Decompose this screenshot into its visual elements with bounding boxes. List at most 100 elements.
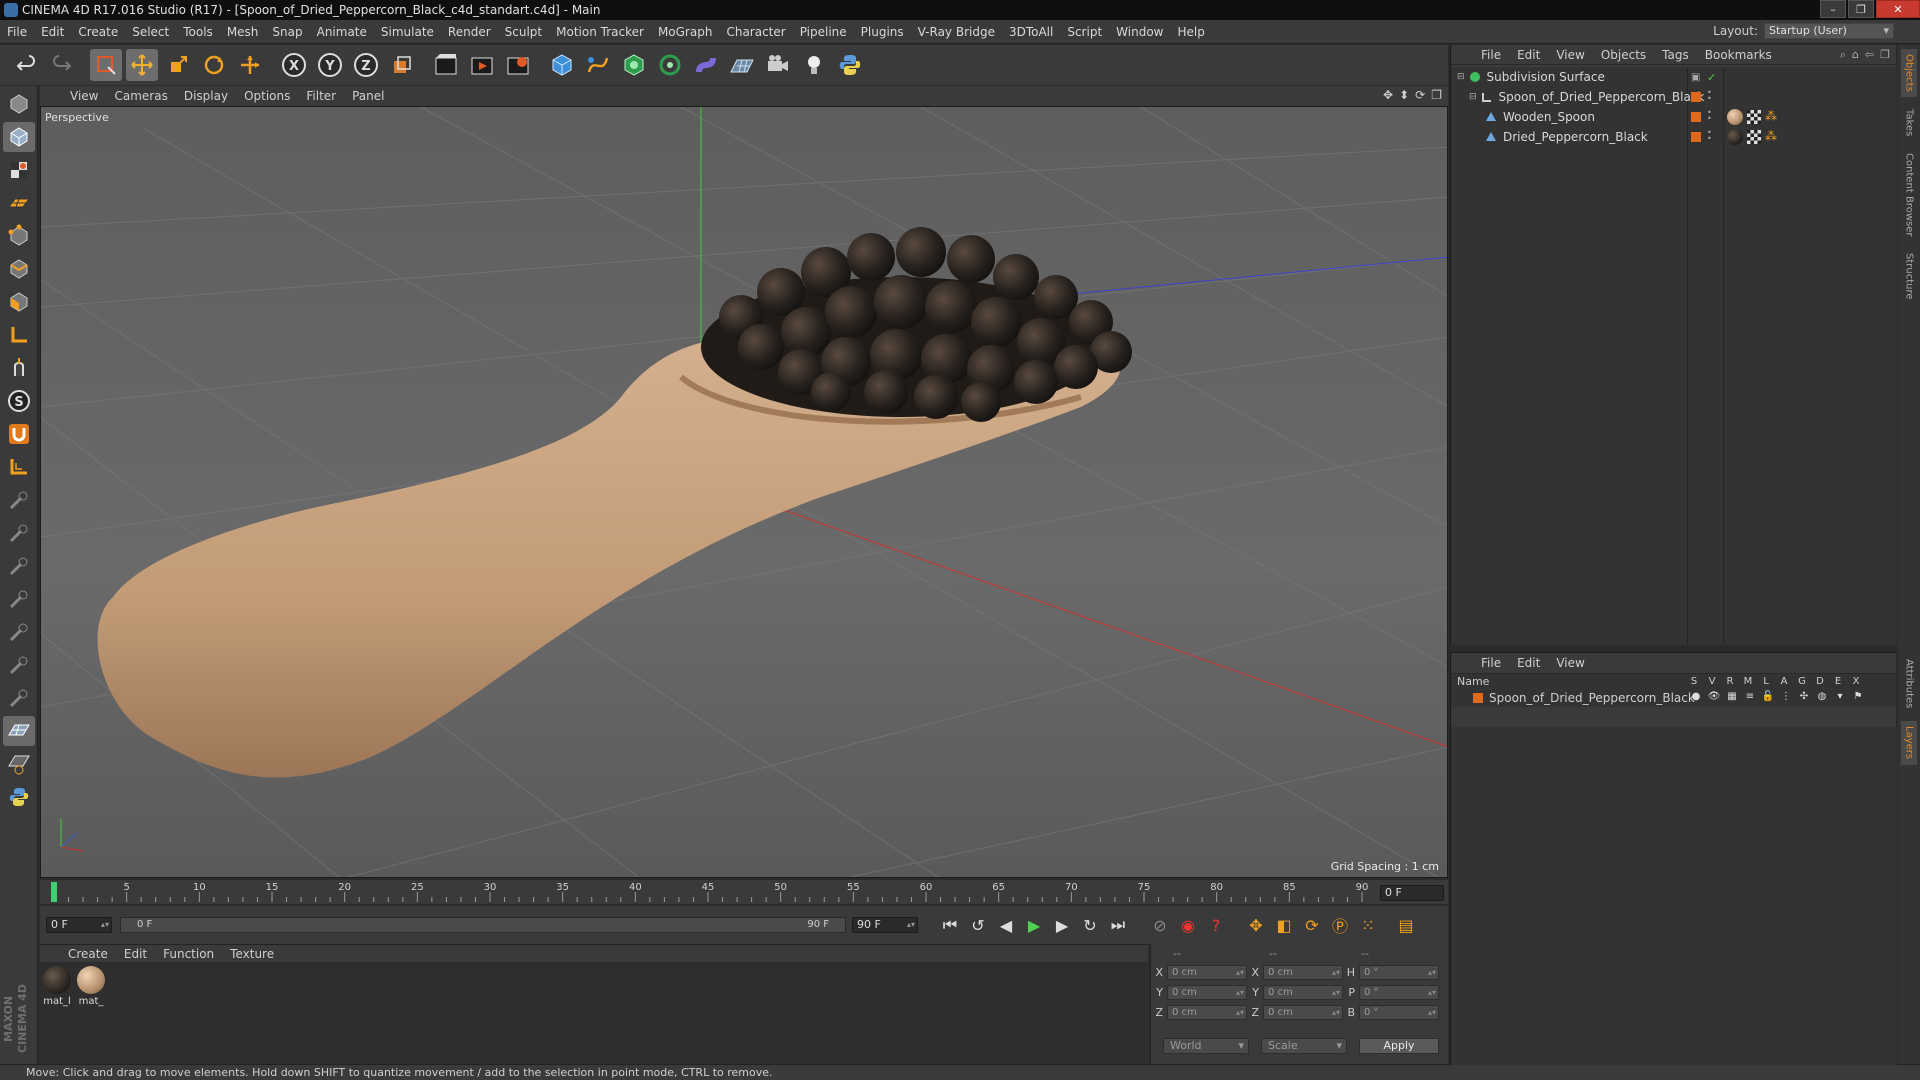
manager-toggle-icon[interactable]: ≡ [1741,691,1759,702]
python-script-icon[interactable] [3,782,35,812]
expressions-column[interactable]: E [1829,676,1847,687]
tweak-mode-icon[interactable] [3,353,35,383]
key-parameter-icon[interactable]: Ⓟ [1327,912,1353,938]
menu-vray-bridge[interactable]: V-Ray Bridge [911,25,1002,39]
visibility-dots-icon[interactable]: • • [1707,109,1712,123]
live-selection-icon[interactable] [90,49,122,81]
edit-render-settings-icon[interactable] [502,49,534,81]
scale-tool-icon[interactable] [162,49,194,81]
phong-tag-icon[interactable]: ⁂ [1765,129,1777,143]
spline-pen-icon[interactable] [582,49,614,81]
redo-icon[interactable] [46,49,78,81]
material-menu-edit[interactable]: Edit [116,947,155,961]
render-view-icon[interactable] [430,49,462,81]
go-to-end-icon[interactable]: ⏭ [1105,912,1131,938]
layout-select[interactable]: Startup (User) [1764,23,1894,39]
material-menu-function[interactable]: Function [155,947,222,961]
menu-window[interactable]: Window [1109,25,1170,39]
light-icon[interactable] [798,49,830,81]
preview-range-slider[interactable]: 0 F 90 F [120,917,846,933]
objects-menu-view[interactable]: View [1548,48,1592,62]
material-swatch[interactable]: mat_ [76,966,106,1007]
tab-objects[interactable]: Objects [1901,49,1917,97]
smear-tool-icon[interactable] [3,551,35,581]
solo-column[interactable]: S [1685,676,1703,687]
flatten-tool-icon[interactable] [3,650,35,680]
key-pla-icon[interactable]: ⁙ [1355,912,1381,938]
object-row[interactable]: Wooden_Spoon • • ⁂ [1451,107,1897,127]
subdivision-surface-icon[interactable] [618,49,650,81]
layers-menu-file[interactable]: File [1473,656,1509,670]
paint-tool-icon[interactable] [3,518,35,548]
objects-menu-tags[interactable]: Tags [1654,48,1697,62]
menu-simulate[interactable]: Simulate [374,25,441,39]
timeline-ruler[interactable]: 051015202530354045505560657075808590 0 F [40,880,1448,904]
apply-button[interactable]: Apply [1359,1038,1439,1054]
record-active-objects-icon[interactable]: ⊘ [1147,912,1173,938]
render-toggle-icon[interactable]: ▦ [1723,691,1741,702]
layer-color-swatch[interactable] [1691,132,1701,142]
menu-tools[interactable]: Tools [176,25,220,39]
play-icon[interactable]: ▶ [1021,912,1047,938]
rotate-tool-icon[interactable] [198,49,230,81]
keyframe-selection-icon[interactable]: ? [1203,912,1229,938]
y-axis-lock-icon[interactable]: Y [314,49,346,81]
grab-tool-icon[interactable] [3,683,35,713]
size-mode-select[interactable]: Scale [1261,1038,1347,1054]
new-view-icon[interactable]: ❐ [1880,48,1890,62]
layer-color-swatch[interactable] [1691,92,1701,102]
enabled-check-icon[interactable]: ✓ [1707,71,1716,84]
snapping-icon[interactable]: S [3,386,35,416]
viewport-menu-options[interactable]: Options [236,89,298,103]
material-tag-icon[interactable] [1727,129,1743,145]
menu-pipeline[interactable]: Pipeline [793,25,854,39]
home-icon[interactable]: ⌂ [1852,48,1859,62]
axis-mode-icon[interactable] [3,320,35,350]
viewport-menu-display[interactable]: Display [176,89,236,103]
coordinate-system-icon[interactable] [386,49,418,81]
make-editable-icon[interactable] [3,89,35,119]
position-x-field[interactable]: 0 cm ▴▾ [1167,964,1247,980]
polygons-mode-icon[interactable] [3,287,35,317]
key-scale-icon[interactable]: ◧ [1271,912,1297,938]
next-frame-icon[interactable]: ▶ [1049,912,1075,938]
tab-takes[interactable]: Takes [1901,103,1917,143]
z-axis-lock-icon[interactable]: Z [350,49,382,81]
key-rotation-icon[interactable]: ⟳ [1299,912,1325,938]
workplane-icon[interactable] [3,188,35,218]
material-menu-create[interactable]: Create [60,947,116,961]
menu-sculpt[interactable]: Sculpt [498,25,549,39]
render-column[interactable]: R [1721,676,1739,687]
texture-mode-icon[interactable] [3,155,35,185]
material-tag-icon[interactable] [1727,109,1743,125]
start-frame-field[interactable]: 0 F ▴▾ [46,917,112,933]
objects-menu-bookmarks[interactable]: Bookmarks [1697,48,1780,62]
layer-row[interactable]: Spoon_of_Dried_Peppercorn_Black ● 👁 ▦ ≡ … [1451,689,1896,707]
maximize-button[interactable]: ❐ [1848,0,1874,18]
size-y-field[interactable]: 0 cm ▴▾ [1263,984,1343,1000]
xrefs-column[interactable]: X [1847,676,1865,687]
viewport-zoom-icon[interactable]: ⬍ [1399,88,1409,102]
view-column[interactable]: V [1703,676,1721,687]
menu-animate[interactable]: Animate [310,25,374,39]
lock-toggle-icon[interactable]: 🔓 [1759,691,1777,702]
key-position-icon[interactable]: ✥ [1243,912,1269,938]
rotation-h-field[interactable]: 0 ° ▴▾ [1359,964,1439,980]
render-to-picture-viewer-icon[interactable] [466,49,498,81]
timeline-window-icon[interactable]: ▤ [1393,912,1419,938]
deformers-column[interactable]: D [1811,676,1829,687]
viewport-menu-panel[interactable]: Panel [344,89,392,103]
cloner-icon[interactable] [654,49,686,81]
locked-column[interactable]: L [1757,676,1775,687]
search-icon[interactable]: ⌕ [1840,48,1846,62]
object-row[interactable]: ⊟ Spoon_of_Dried_Peppercorn_Black • • [1451,87,1897,107]
deformers-toggle-icon[interactable]: ◍ [1813,691,1831,702]
objects-menu-edit[interactable]: Edit [1509,48,1548,62]
current-frame-field[interactable]: 0 F [1380,885,1444,901]
viewport-rotate-icon[interactable]: ⟳ [1415,88,1425,102]
tab-layers[interactable]: Layers [1901,721,1917,765]
layers-menu-edit[interactable]: Edit [1509,656,1548,670]
playhead-marker[interactable] [51,882,57,902]
viewport-menu-filter[interactable]: Filter [298,89,344,103]
animation-column[interactable]: A [1775,676,1793,687]
